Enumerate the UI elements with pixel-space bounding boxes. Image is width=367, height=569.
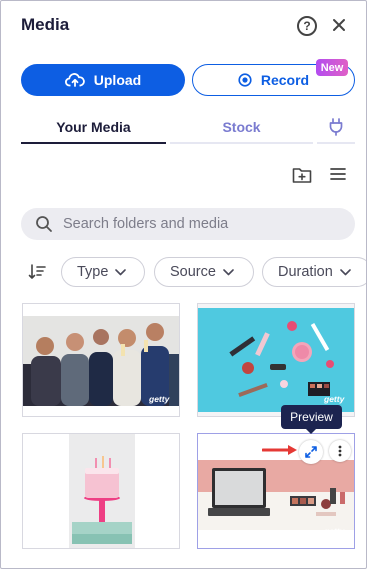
search-bar	[21, 208, 355, 240]
filter-duration[interactable]: Duration	[262, 257, 366, 287]
red-arrow	[262, 445, 297, 455]
search-icon	[36, 216, 52, 232]
getty-watermark: getty	[149, 394, 170, 404]
tab-your-media[interactable]: Your Media	[21, 112, 166, 144]
more-options-icon[interactable]	[329, 440, 351, 462]
chevron-down-icon	[115, 268, 127, 275]
sort-icon[interactable]	[27, 262, 47, 282]
new-folder-icon[interactable]	[292, 166, 314, 186]
chevron-down-icon	[223, 268, 234, 275]
record-icon	[238, 73, 252, 87]
filter-source-label: Source	[170, 264, 216, 280]
media-panel: Media ? Upload Record New Your Media Sto…	[0, 0, 367, 569]
panel-title: Media	[21, 15, 70, 34]
media-tile[interactable]: getty	[197, 303, 355, 417]
menu-icon[interactable]	[329, 166, 349, 186]
filter-source[interactable]: Source	[154, 257, 254, 287]
tab-plugins[interactable]	[317, 112, 355, 144]
upload-button[interactable]: Upload	[21, 64, 185, 96]
media-tile[interactable]	[22, 433, 180, 549]
filter-type-label: Type	[77, 264, 109, 280]
filter-type[interactable]: Type	[61, 257, 145, 287]
getty-watermark: getty	[324, 526, 345, 536]
tab-stock[interactable]: Stock	[170, 112, 313, 144]
preview-tooltip: Preview	[281, 405, 342, 434]
close-icon[interactable]	[329, 15, 349, 35]
plug-icon	[329, 118, 343, 136]
expand-icon[interactable]	[299, 440, 323, 464]
record-label: Record	[260, 72, 310, 88]
filter-duration-label: Duration	[278, 264, 333, 280]
search-input[interactable]	[63, 216, 333, 232]
getty-watermark: getty	[324, 394, 345, 404]
media-tile[interactable]: getty	[22, 303, 180, 417]
media-thumbnail	[23, 434, 179, 548]
new-badge: New	[316, 59, 348, 76]
cloud-upload-icon	[64, 73, 85, 87]
help-icon[interactable]: ?	[297, 16, 317, 36]
chevron-down-icon	[340, 268, 351, 275]
upload-label: Upload	[93, 72, 142, 88]
